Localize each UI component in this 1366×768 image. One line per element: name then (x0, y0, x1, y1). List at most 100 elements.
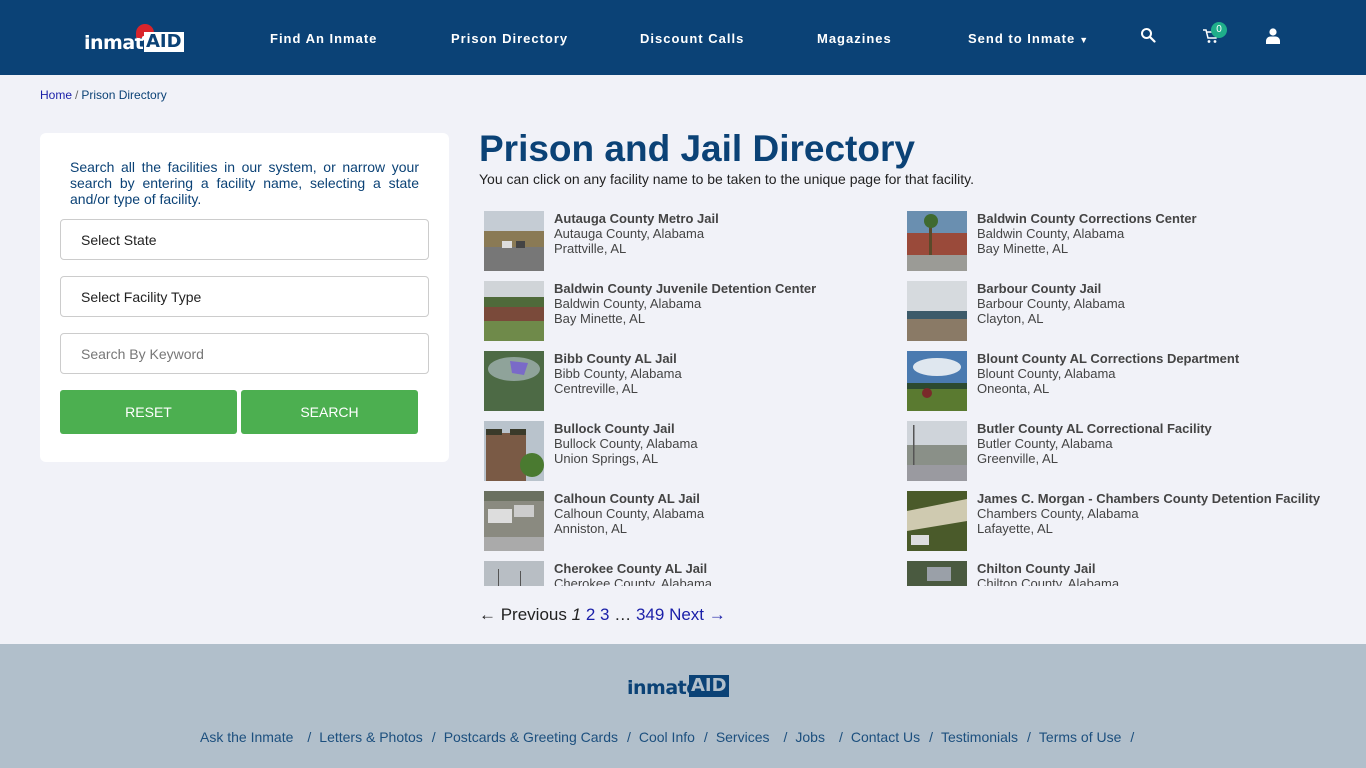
footer-logo-accent: AID (689, 675, 729, 697)
facility-thumbnail[interactable] (907, 561, 967, 586)
footer-separator: / (307, 729, 312, 745)
facility-name[interactable]: Bibb County AL Jail (554, 351, 677, 366)
page-title: Prison and Jail Directory (479, 128, 915, 169)
facility-thumbnail[interactable] (484, 351, 544, 411)
footer-logo-text: inmate (627, 677, 699, 699)
facility-name[interactable]: Barbour County Jail (977, 281, 1101, 296)
chevron-down-icon: ▼ (1079, 35, 1090, 45)
facility-name[interactable]: Baldwin County Juvenile Detention Center (554, 281, 816, 296)
state-select[interactable]: Select State (60, 219, 429, 260)
footer-link-ask-the-inmate[interactable]: Ask the Inmate (200, 729, 293, 745)
facility-county: Blount County, Alabama (977, 366, 1116, 381)
footer-separator: / (626, 729, 631, 745)
pagination-last-page[interactable]: 349 (636, 605, 664, 624)
facility-thumbnail[interactable] (484, 281, 544, 341)
facility-county: Butler County, Alabama (977, 436, 1113, 451)
footer-link-cool-info[interactable]: Cool Info (639, 729, 695, 745)
facility-city: Anniston, AL (554, 521, 627, 536)
footer-logo[interactable]: inmate AID (627, 673, 739, 701)
facility-name[interactable]: James C. Morgan - Chambers County Detent… (977, 491, 1320, 506)
reset-button[interactable]: RESET (60, 390, 237, 434)
facility-county: Bibb County, Alabama (554, 366, 682, 381)
footer-separator: / (929, 729, 933, 745)
facility-county: Cherokee County, Alabama (554, 576, 713, 586)
facility-name[interactable]: Bullock County Jail (554, 421, 675, 436)
facility-name[interactable]: Butler County AL Correctional Facility (977, 421, 1212, 436)
facility-city: Union Springs, AL (554, 451, 659, 466)
facility-thumbnail[interactable] (484, 491, 544, 551)
site-header: inmate AID Find An Inmate Prison Directo… (0, 0, 1366, 75)
footer-link-postcards[interactable]: Postcards & Greeting Cards (444, 729, 618, 745)
facility-city: Greenville, AL (977, 451, 1058, 466)
nav-magazines[interactable]: Magazines (817, 31, 892, 46)
search-intro-text: Search all the facilities in our system,… (70, 159, 419, 207)
breadcrumb-separator: / (75, 88, 79, 102)
breadcrumb-home[interactable]: Home (40, 88, 72, 102)
footer-link-jobs[interactable]: Jobs (795, 729, 825, 745)
search-panel: Search all the facilities in our system,… (40, 133, 449, 462)
footer-separator: / (783, 729, 788, 745)
pagination-page-2[interactable]: 2 (586, 605, 595, 624)
keyword-search-input[interactable] (60, 333, 429, 374)
facility-thumbnail[interactable] (907, 421, 967, 481)
facility-thumbnail[interactable] (907, 281, 967, 341)
pagination-previous: ← Previous (479, 605, 567, 624)
nav-send-to-inmate[interactable]: Send to Inmate ▼ (968, 31, 1089, 46)
facility-county: Chilton County, Alabama (977, 576, 1120, 586)
footer-link-terms-of-use[interactable]: Terms of Use (1039, 729, 1121, 745)
facility-city: Lafayette, AL (977, 521, 1053, 536)
facility-name[interactable]: Cherokee County AL Jail (554, 561, 707, 576)
facility-thumbnail[interactable] (484, 421, 544, 481)
facility-name[interactable]: Chilton County Jail (977, 561, 1095, 576)
nav-discount-calls[interactable]: Discount Calls (640, 31, 744, 46)
logo-accent: AID (144, 31, 184, 52)
pagination-next[interactable]: Next → (669, 605, 726, 624)
facility-county: Barbour County, Alabama (977, 296, 1125, 311)
facility-city: Oneonta, AL (977, 381, 1050, 396)
footer-link-contact-us[interactable]: Contact Us (851, 729, 920, 745)
footer-separator: / (1027, 729, 1031, 745)
facility-name[interactable]: Baldwin County Corrections Center (977, 211, 1197, 226)
search-icon[interactable] (1140, 27, 1160, 47)
facility-county: Calhoun County, Alabama (554, 506, 705, 521)
facility-city: Bay Minette, AL (977, 241, 1069, 256)
footer-link-services[interactable]: Services (716, 729, 770, 745)
facility-list: Autauga County Metro Jail Autauga County… (484, 211, 1344, 586)
nav-find-an-inmate[interactable]: Find An Inmate (270, 31, 377, 46)
page-subtitle: You can click on any facility name to be… (479, 171, 974, 187)
facility-city: Bay Minette, AL (554, 311, 646, 326)
search-button[interactable]: SEARCH (241, 390, 418, 434)
footer-separator: / (431, 729, 436, 745)
facility-city: Centreville, AL (554, 381, 638, 396)
facility-name[interactable]: Blount County AL Corrections Department (977, 351, 1239, 366)
facility-thumbnail[interactable] (907, 351, 967, 411)
pagination-page-3[interactable]: 3 (600, 605, 609, 624)
facility-county: Baldwin County, Alabama (554, 296, 702, 311)
pagination-ellipsis: … (614, 605, 632, 624)
site-logo[interactable]: inmate AID (84, 24, 184, 54)
nav-send-to-inmate-label: Send to Inmate (968, 31, 1076, 46)
facility-county: Chambers County, Alabama (977, 506, 1139, 521)
facility-name[interactable]: Calhoun County AL Jail (554, 491, 700, 506)
footer-separator: / (703, 729, 708, 745)
footer-link-letters-photos[interactable]: Letters & Photos (319, 729, 423, 745)
facility-county: Baldwin County, Alabama (977, 226, 1125, 241)
breadcrumb-current: Prison Directory (81, 88, 167, 102)
footer-separator: / (1130, 729, 1135, 745)
user-icon[interactable] (1266, 28, 1286, 48)
pagination: ← Previous 1 2 3 … 349 Next → (479, 605, 726, 625)
facility-thumbnail[interactable] (907, 491, 967, 551)
facility-name[interactable]: Autauga County Metro Jail (554, 211, 719, 226)
pagination-current-page: 1 (571, 605, 582, 624)
footer-separator: / (838, 729, 843, 745)
facility-type-select[interactable]: Select Facility Type (60, 276, 429, 317)
facility-city: Prattville, AL (554, 241, 627, 256)
facility-thumbnail[interactable] (907, 211, 967, 271)
nav-prison-directory[interactable]: Prison Directory (451, 31, 568, 46)
facility-thumbnail[interactable] (484, 561, 544, 586)
site-footer: inmate AID Ask the Inmate / Letters & Phot… (0, 644, 1366, 768)
facility-thumbnail[interactable] (484, 211, 544, 271)
footer-link-testimonials[interactable]: Testimonials (941, 729, 1018, 745)
facility-county: Autauga County, Alabama (554, 226, 705, 241)
breadcrumb: Home / Prison Directory (40, 88, 167, 102)
